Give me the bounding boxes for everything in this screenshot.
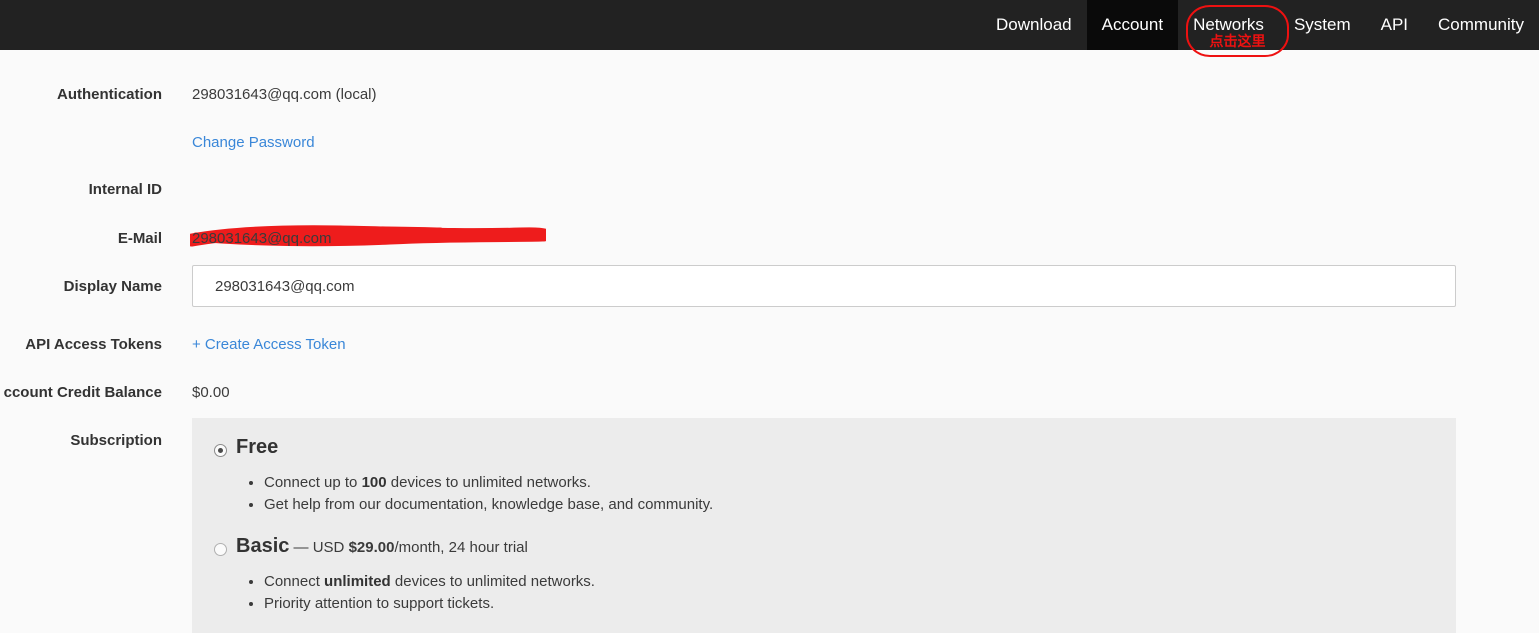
label-email: E-Mail [0, 230, 162, 247]
plan-basic-suffix: — USD $29.00/month, 24 hour trial [289, 539, 527, 556]
nav-item-account[interactable]: Account [1087, 0, 1178, 50]
subscription-panel: Free Connect up to 100 devices to unlimi… [192, 418, 1456, 633]
plan-free-radio[interactable] [214, 444, 227, 457]
value-authentication: 298031643@qq.com (local) [192, 86, 377, 103]
plan-basic-radio[interactable] [214, 543, 227, 556]
plan-basic-heading: Basic — USD $29.00/month, 24 hour trial [236, 535, 528, 558]
list-item: Get help from our documentation, knowled… [264, 494, 713, 516]
account-page: Download Account Networks System API Com… [0, 0, 1539, 633]
nav-item-api[interactable]: API [1366, 0, 1423, 50]
nav-item-system[interactable]: System [1279, 0, 1366, 50]
label-account-credit-balance: ccount Credit Balance [0, 384, 162, 401]
display-name-input[interactable] [192, 265, 1456, 307]
list-item: Priority attention to support tickets. [264, 593, 595, 615]
create-access-token-link[interactable]: + Create Access Token [192, 336, 346, 353]
list-item: Connect up to 100 devices to unlimited n… [264, 472, 713, 494]
value-account-credit-balance: $0.00 [192, 384, 230, 401]
label-internal-id: Internal ID [0, 181, 162, 198]
label-display-name: Display Name [0, 278, 162, 295]
plan-free-heading: Free [236, 436, 278, 459]
plan-basic-name: Basic [236, 535, 289, 557]
value-email: 298031643@qq.com [192, 230, 332, 247]
plan-basic-bullets: Connect unlimited devices to unlimited n… [236, 571, 595, 615]
plan-free-name: Free [236, 436, 278, 458]
top-navigation-bar: Download Account Networks System API Com… [0, 0, 1539, 50]
label-api-access-tokens: API Access Tokens [0, 336, 162, 353]
label-authentication: Authentication [0, 86, 162, 103]
nav-item-community[interactable]: Community [1423, 0, 1539, 50]
nav-item-networks[interactable]: Networks [1178, 0, 1279, 50]
plan-free-bullets: Connect up to 100 devices to unlimited n… [236, 472, 713, 516]
change-password-link[interactable]: Change Password [192, 134, 315, 151]
label-subscription: Subscription [0, 432, 162, 449]
nav-item-download[interactable]: Download [981, 0, 1087, 50]
list-item: Connect unlimited devices to unlimited n… [264, 571, 595, 593]
